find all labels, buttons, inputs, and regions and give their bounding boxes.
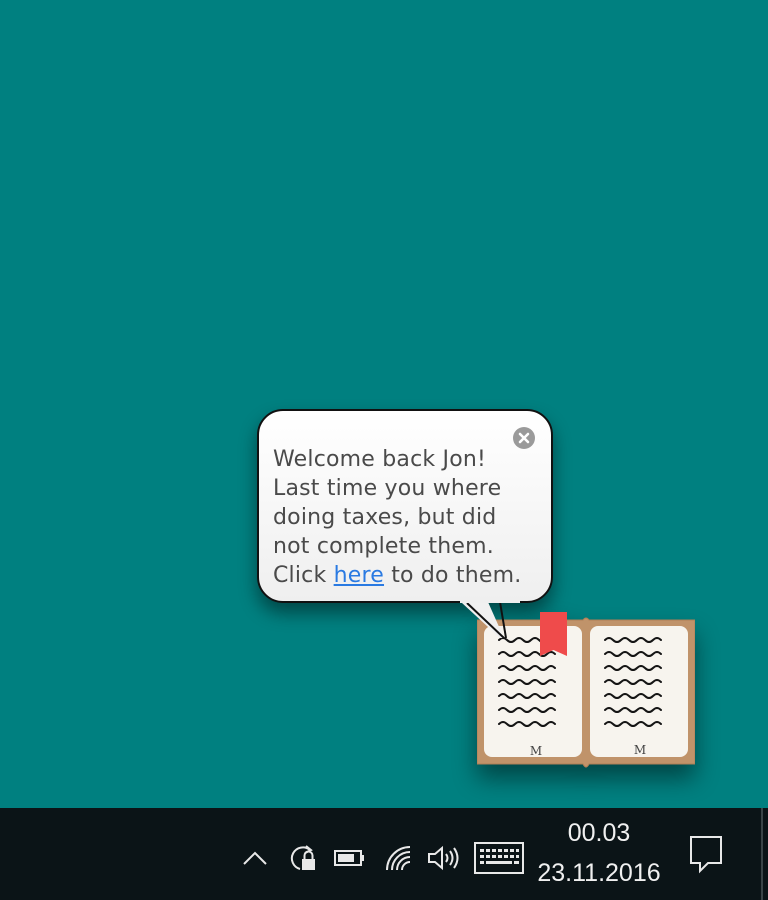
chevron-up-icon[interactable] (238, 838, 272, 878)
lock-update-icon[interactable] (284, 838, 320, 878)
notification-icon[interactable] (686, 834, 726, 874)
here-link[interactable]: here (334, 563, 384, 588)
bubble-line: Last time you where (273, 476, 502, 501)
bubble-text-before-link: Click (273, 563, 334, 588)
assistant-speech-bubble: Welcome back Jon! Last time you where do… (257, 409, 553, 603)
wifi-icon[interactable] (380, 838, 416, 878)
bubble-line: Click here to do them. (273, 561, 543, 590)
clock-date: 23.11.2016 (537, 859, 661, 887)
bubble-text-after-link: to do them. (384, 563, 522, 588)
bubble-line: doing taxes, but did (273, 505, 497, 530)
taskbar-clock[interactable]: 00.03 23.11.2016 (534, 816, 664, 890)
bubble-tail (460, 598, 520, 639)
show-desktop-divider[interactable] (761, 808, 763, 900)
left-page-mark: M (530, 744, 542, 758)
taskbar: 00.03 23.11.2016 (0, 808, 768, 900)
bubble-line: Welcome back Jon! (273, 447, 487, 472)
right-page-mark: M (634, 743, 646, 757)
clock-time: 00.03 (567, 819, 631, 847)
battery-icon[interactable] (332, 838, 368, 878)
volume-icon[interactable] (424, 838, 462, 878)
keyboard-icon[interactable] (472, 838, 526, 878)
bubble-line: not complete them. (273, 534, 494, 559)
bubble-message: Welcome back Jon! Last time you where do… (273, 445, 543, 590)
